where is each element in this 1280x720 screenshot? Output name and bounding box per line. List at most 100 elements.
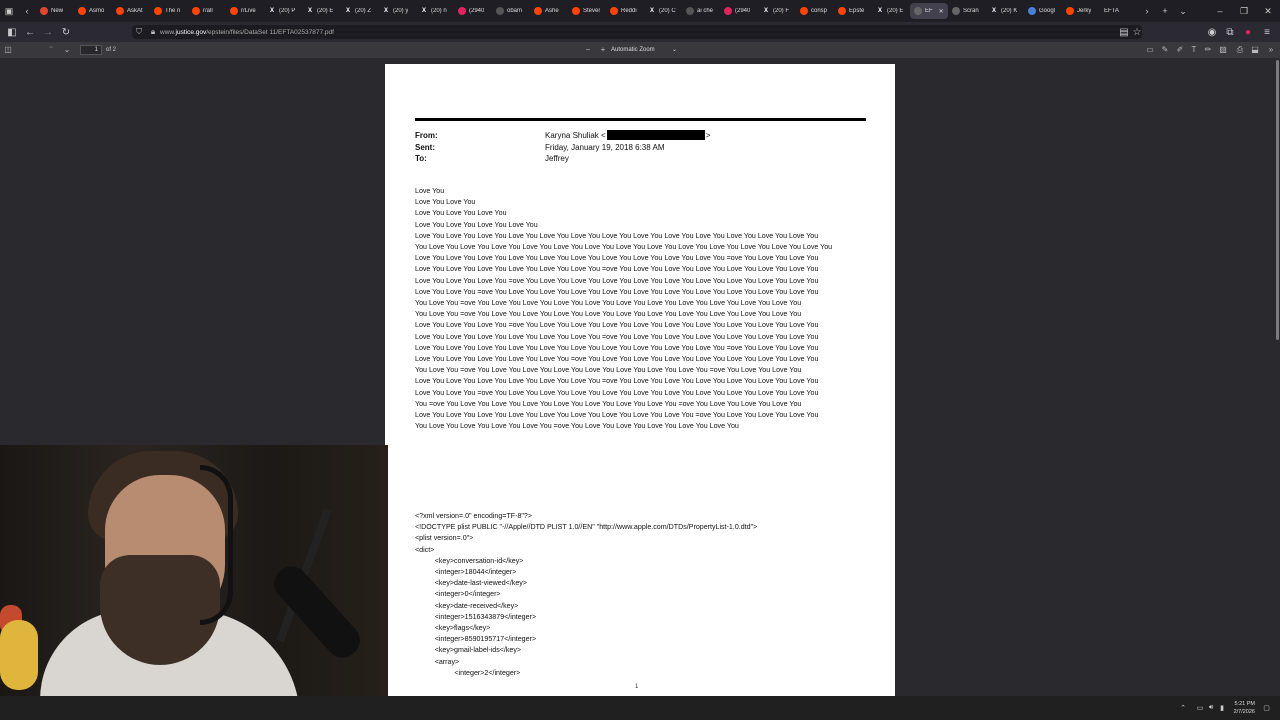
print-icon[interactable]: ⎙ xyxy=(1234,44,1246,56)
tab-5[interactable]: r/Live xyxy=(226,0,264,22)
tab-scroll-left-icon[interactable]: ‹ xyxy=(18,0,36,22)
highlight-icon[interactable]: ✐ xyxy=(1174,44,1186,56)
tab-15[interactable]: Reddi xyxy=(606,0,644,22)
forward-button[interactable]: → xyxy=(39,23,57,41)
email-body-line: Love You Love You Love You Love You Love… xyxy=(415,254,819,263)
zoom-select[interactable]: Automatic Zoom ⌄ xyxy=(611,45,681,55)
sidebar-toggle-icon[interactable]: ◧ xyxy=(3,23,21,41)
pdf-sidebar-toggle-icon[interactable]: ◫ xyxy=(2,44,14,56)
tab-0[interactable]: New xyxy=(36,0,74,22)
account-icon[interactable]: ◉ xyxy=(1203,23,1221,41)
tab-18[interactable]: (2940 xyxy=(720,0,758,22)
tab-24[interactable]: Scran xyxy=(948,0,986,22)
chevron-down-icon: ⌄ xyxy=(671,47,677,53)
next-page-icon[interactable]: ⌄ xyxy=(61,44,73,56)
youtube-icon xyxy=(458,7,466,15)
recording-extension-icon[interactable]: ● xyxy=(1239,23,1257,41)
new-tab-button[interactable]: + xyxy=(1156,0,1174,22)
system-tray: ⌃ ▭ 🔊︎ ▮ 5:21 PM 2/7/2026 ▢ xyxy=(1178,696,1272,720)
tab-8[interactable]: X (20) Z xyxy=(340,0,378,22)
more-tools-icon[interactable]: » xyxy=(1265,44,1277,56)
tab-scroll-right-icon[interactable]: › xyxy=(1138,0,1156,22)
lock-icon[interactable]: 🔒︎ xyxy=(146,27,160,37)
tab-27[interactable]: Jerky xyxy=(1062,0,1100,22)
close-tab-icon[interactable]: ✕ xyxy=(939,8,944,15)
image-icon[interactable]: ▨ xyxy=(1217,44,1229,56)
tracking-shield-icon[interactable]: ⛉ xyxy=(132,27,146,37)
tab-26[interactable]: Googl xyxy=(1024,0,1062,22)
text-tool-icon[interactable]: T xyxy=(1188,44,1200,56)
tab-3[interactable]: The n xyxy=(150,0,188,22)
back-button[interactable]: ← xyxy=(21,23,39,41)
page-count: of 2 xyxy=(106,47,117,53)
email-body-line: Love You Love You =ove You Love You Love… xyxy=(415,287,819,296)
clock[interactable]: 5:21 PM 2/7/2026 xyxy=(1234,700,1255,716)
address-bar[interactable]: ⛉ 🔒︎ www.justice.gov/epstein/files/DataS… xyxy=(132,25,1142,39)
tab-overview-icon[interactable]: ▣ xyxy=(0,0,18,22)
tab-list-dropdown-icon[interactable]: ⌄ xyxy=(1174,0,1192,22)
tab-9[interactable]: X (20) y xyxy=(378,0,416,22)
menu-icon[interactable]: ≡ xyxy=(1258,23,1276,41)
tab-21[interactable]: Epste xyxy=(834,0,872,22)
header-rule xyxy=(415,118,866,121)
reddit-icon xyxy=(116,7,124,15)
reload-button[interactable]: ↻ xyxy=(57,23,75,41)
email-body-line: You Love You Love You Love You Love You … xyxy=(415,422,739,431)
tab-25[interactable]: X (20) K xyxy=(986,0,1024,22)
tab-10[interactable]: X (20) n xyxy=(416,0,454,22)
tab-label: Jerky xyxy=(1077,8,1092,14)
scrollbar-thumb[interactable] xyxy=(1276,60,1279,340)
signature-icon[interactable]: ✎ xyxy=(1159,44,1171,56)
tab-13[interactable]: Ashe xyxy=(530,0,568,22)
tab-16[interactable]: X (20) C xyxy=(644,0,682,22)
email-body-line: Love You Love You Love You =ove You Love… xyxy=(415,321,819,330)
tab-label: (20) E xyxy=(887,8,904,14)
comment-icon[interactable]: ▭ xyxy=(1144,44,1156,56)
restore-button[interactable]: ❐ xyxy=(1232,0,1256,22)
tab-23[interactable]: EF ✕ xyxy=(910,3,948,19)
volume-icon[interactable]: 🔊︎ xyxy=(1206,704,1217,712)
extensions-icon[interactable]: ⧉ xyxy=(1221,23,1239,41)
webcam-plush-toy xyxy=(0,620,38,690)
tab-20[interactable]: consp xyxy=(796,0,834,22)
tab-14[interactable]: Stever xyxy=(568,0,606,22)
scrollbar[interactable] xyxy=(1274,58,1280,696)
minimize-button[interactable]: – xyxy=(1208,0,1232,22)
save-icon[interactable]: ⬓ xyxy=(1249,44,1261,56)
tray-chevron-up-icon[interactable]: ⌃ xyxy=(1178,704,1189,712)
reddit-icon xyxy=(1066,7,1074,15)
tab-22[interactable]: X (20) E xyxy=(872,0,910,22)
email-body: Love You Love You Love You Love You Love Y… xyxy=(415,186,867,432)
sent-label: Sent: xyxy=(415,142,435,152)
page-number-input[interactable]: 1 xyxy=(80,45,102,55)
zoom-out-icon[interactable]: − xyxy=(582,44,594,56)
previous-page-icon[interactable]: ⌃ xyxy=(45,44,57,56)
tab-28[interactable]: EFTA xyxy=(1100,0,1138,22)
email-body-line: Love You Love You Love You Love You Love… xyxy=(415,231,819,240)
close-window-button[interactable]: ✕ xyxy=(1256,0,1280,22)
tab-label: (20) C xyxy=(659,8,676,14)
x-icon: X xyxy=(763,8,768,14)
tab-7[interactable]: X (20) E xyxy=(302,0,340,22)
zoom-in-icon[interactable]: + xyxy=(597,44,609,56)
gemini-icon xyxy=(1028,7,1036,15)
navigation-bar: ◧ ← → ↻ ⛉ 🔒︎ www.justice.gov/epstein/fil… xyxy=(0,22,1280,42)
tab-11[interactable]: (2940 xyxy=(454,0,492,22)
tab-label: Scran xyxy=(963,8,979,14)
tab-19[interactable]: X (20) F xyxy=(758,0,796,22)
tab-12[interactable]: obam xyxy=(492,0,530,22)
tab-17[interactable]: ai che xyxy=(682,0,720,22)
battery-icon[interactable]: ▮ xyxy=(1217,704,1228,712)
tab-4[interactable]: r/all xyxy=(188,0,226,22)
tab-1[interactable]: Asmo xyxy=(74,0,112,22)
network-icon[interactable]: ▭ xyxy=(1195,704,1206,712)
reddit-icon xyxy=(572,7,580,15)
to-value: Jeffrey xyxy=(545,154,569,163)
tab-6[interactable]: X (20) P xyxy=(264,0,302,22)
notifications-icon[interactable]: ▢ xyxy=(1261,704,1272,712)
tab-2[interactable]: AskAt xyxy=(112,0,150,22)
bookmark-star-icon[interactable]: ☆ xyxy=(1128,23,1146,41)
draw-icon[interactable]: ✏ xyxy=(1202,44,1214,56)
xml-line: <key>date-received</key> xyxy=(415,601,519,610)
xml-line: <!DOCTYPE plist PUBLIC "-//Apple//DTD PL… xyxy=(415,523,758,532)
